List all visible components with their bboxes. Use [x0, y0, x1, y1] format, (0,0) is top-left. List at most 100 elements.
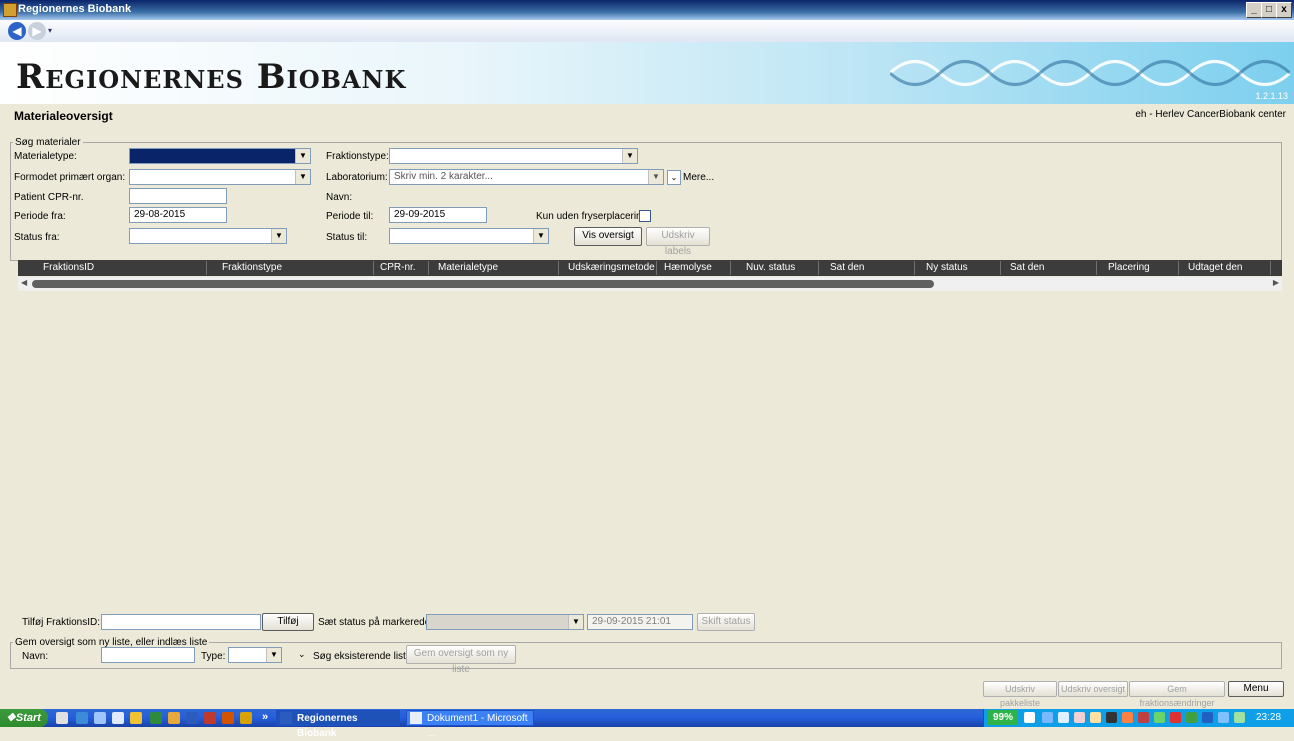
forward-arrow-icon[interactable]: ▶: [28, 22, 46, 40]
kun-uden-checkbox[interactable]: [639, 210, 651, 222]
column-divider: [1270, 261, 1271, 275]
gem-oversigt-button[interactable]: Gem oversigt som ny liste: [406, 645, 516, 675]
scroll-right-icon[interactable]: ▶: [1273, 278, 1279, 287]
powerpoint-icon[interactable]: [222, 712, 234, 724]
start-label: Start: [15, 712, 41, 724]
column-divider: [428, 261, 429, 275]
search-icon[interactable]: [94, 712, 106, 724]
taskbar-item-word[interactable]: Dokument1 - Microsoft ...: [406, 710, 534, 739]
status-fra-label: Status fra:: [14, 232, 60, 243]
column-header[interactable]: Nuv. status: [746, 262, 795, 273]
chevron-down-icon[interactable]: ▾: [48, 26, 52, 35]
mere-link[interactable]: Mere...: [683, 172, 714, 183]
column-divider: [1000, 261, 1001, 275]
datetime-input[interactable]: 29-09-2015 21:01: [587, 614, 693, 630]
tray-app-icon[interactable]: [1058, 712, 1069, 723]
sog-eksisterende-link[interactable]: Søg eksisterende liste: [313, 651, 411, 662]
udskriv-labels-button[interactable]: Udskriv labels: [646, 227, 710, 257]
materialetype-select[interactable]: ▼: [129, 148, 311, 164]
tray-app-icon[interactable]: [1186, 712, 1197, 723]
media-icon[interactable]: [112, 712, 124, 724]
column-header[interactable]: Ny status: [926, 262, 968, 273]
folder-icon[interactable]: [130, 712, 142, 724]
menu-button[interactable]: Menu: [1228, 681, 1284, 697]
status-fra-select[interactable]: ▼: [129, 228, 287, 244]
periode-fra-input[interactable]: 29-08-2015: [129, 207, 227, 223]
onenote-icon[interactable]: [240, 712, 252, 724]
column-header[interactable]: FraktionsID: [43, 262, 94, 273]
organ-label: Formodet primært organ:: [14, 172, 126, 183]
back-arrow-icon[interactable]: ◀: [8, 22, 26, 40]
logo-text: Regionernes Biobank: [16, 57, 407, 97]
access-icon[interactable]: [204, 712, 216, 724]
network-icon[interactable]: [1042, 712, 1053, 723]
tray-app-icon[interactable]: [1138, 712, 1149, 723]
column-header[interactable]: Sat den: [830, 262, 864, 273]
column-divider: [1178, 261, 1179, 275]
liste-navn-input[interactable]: [101, 647, 195, 663]
window-title: Regionernes Biobank: [18, 3, 132, 15]
periode-til-input[interactable]: 29-09-2015: [389, 207, 487, 223]
scrollbar-thumb[interactable]: [32, 280, 934, 288]
excel-icon[interactable]: [150, 712, 162, 724]
expand-more-icon[interactable]: ⌄: [667, 170, 681, 185]
skift-status-button[interactable]: Skift status: [697, 613, 755, 631]
browser-icon[interactable]: [76, 712, 88, 724]
column-header[interactable]: CPR-nr.: [380, 262, 416, 273]
column-header[interactable]: Fraktionstype: [222, 262, 282, 273]
column-header[interactable]: Udtaget den: [1188, 262, 1243, 273]
chevron-down-icon: ▼: [568, 615, 583, 629]
minimize-button[interactable]: _: [1246, 2, 1262, 18]
tray-app-icon[interactable]: [1218, 712, 1229, 723]
tilfoj-button[interactable]: Tilføj: [262, 613, 314, 631]
type-select[interactable]: ▼: [228, 647, 282, 663]
chevron-down-icon: ▼: [533, 229, 548, 243]
cpr-input[interactable]: [129, 188, 227, 204]
tilfoj-input[interactable]: [101, 614, 261, 630]
status-til-select[interactable]: ▼: [389, 228, 549, 244]
scroll-left-icon[interactable]: ◀: [21, 278, 27, 287]
expand-search-icon[interactable]: ⌄: [298, 649, 306, 660]
udskriv-pakkeliste-button[interactable]: Udskriv pakkeliste: [983, 681, 1057, 708]
column-header[interactable]: Udskæringsmetode: [568, 262, 655, 273]
clock[interactable]: 23:28: [1256, 712, 1281, 723]
status-select[interactable]: ▼: [426, 614, 584, 630]
laboratorium-input[interactable]: Skriv min. 2 karakter... ▼: [389, 169, 664, 185]
tray-app-icon[interactable]: [1202, 712, 1213, 723]
column-header[interactable]: Sat den: [1010, 262, 1044, 273]
vis-oversigt-button[interactable]: Vis oversigt: [574, 227, 642, 246]
column-divider: [818, 261, 819, 275]
fraktionstype-select[interactable]: ▼: [389, 148, 638, 164]
shield-icon[interactable]: [1170, 712, 1181, 723]
page-header: Materialeoversigt eh - Herlev CancerBiob…: [0, 104, 1294, 126]
tray-app-icon[interactable]: [1234, 712, 1245, 723]
battery-indicator[interactable]: 99%: [988, 710, 1018, 725]
maximize-button[interactable]: □: [1261, 2, 1277, 18]
periode-til-label: Periode til:: [326, 211, 374, 222]
laboratorium-placeholder: Skriv min. 2 karakter...: [394, 171, 493, 182]
power-icon[interactable]: [1024, 712, 1035, 723]
more-quicklaunch-icon[interactable]: »: [262, 711, 268, 723]
user-info: eh - Herlev CancerBiobank center: [1135, 109, 1286, 120]
column-header[interactable]: Materialetype: [438, 262, 498, 273]
organ-select[interactable]: ▼: [129, 169, 311, 185]
column-divider: [730, 261, 731, 275]
column-header[interactable]: Placering: [1108, 262, 1150, 273]
word-icon[interactable]: [186, 712, 198, 724]
quicklaunch-icon[interactable]: [56, 712, 68, 724]
close-button[interactable]: x: [1276, 2, 1292, 18]
column-header[interactable]: Hæmolyse: [664, 262, 712, 273]
tray-app-icon[interactable]: [1154, 712, 1165, 723]
task-label: Dokument1 - Microsoft ...: [427, 713, 528, 739]
tray-app-icon[interactable]: [1122, 712, 1133, 723]
udskriv-oversigt-button[interactable]: Udskriv oversigt: [1058, 681, 1128, 697]
horizontal-scrollbar[interactable]: ◀ ▶: [18, 277, 1282, 291]
start-button[interactable]: ❖Start: [0, 709, 48, 727]
gem-fraktionsaendringer-button[interactable]: Gem fraktionsændringer: [1129, 681, 1225, 708]
tray-app-icon[interactable]: [1106, 712, 1117, 723]
tray-app-icon[interactable]: [1090, 712, 1101, 723]
tray-app-icon[interactable]: [1074, 712, 1085, 723]
taskbar-item-biobank[interactable]: Regionernes Biobank: [276, 710, 400, 739]
outlook-icon[interactable]: [168, 712, 180, 724]
app-icon: [3, 3, 17, 17]
